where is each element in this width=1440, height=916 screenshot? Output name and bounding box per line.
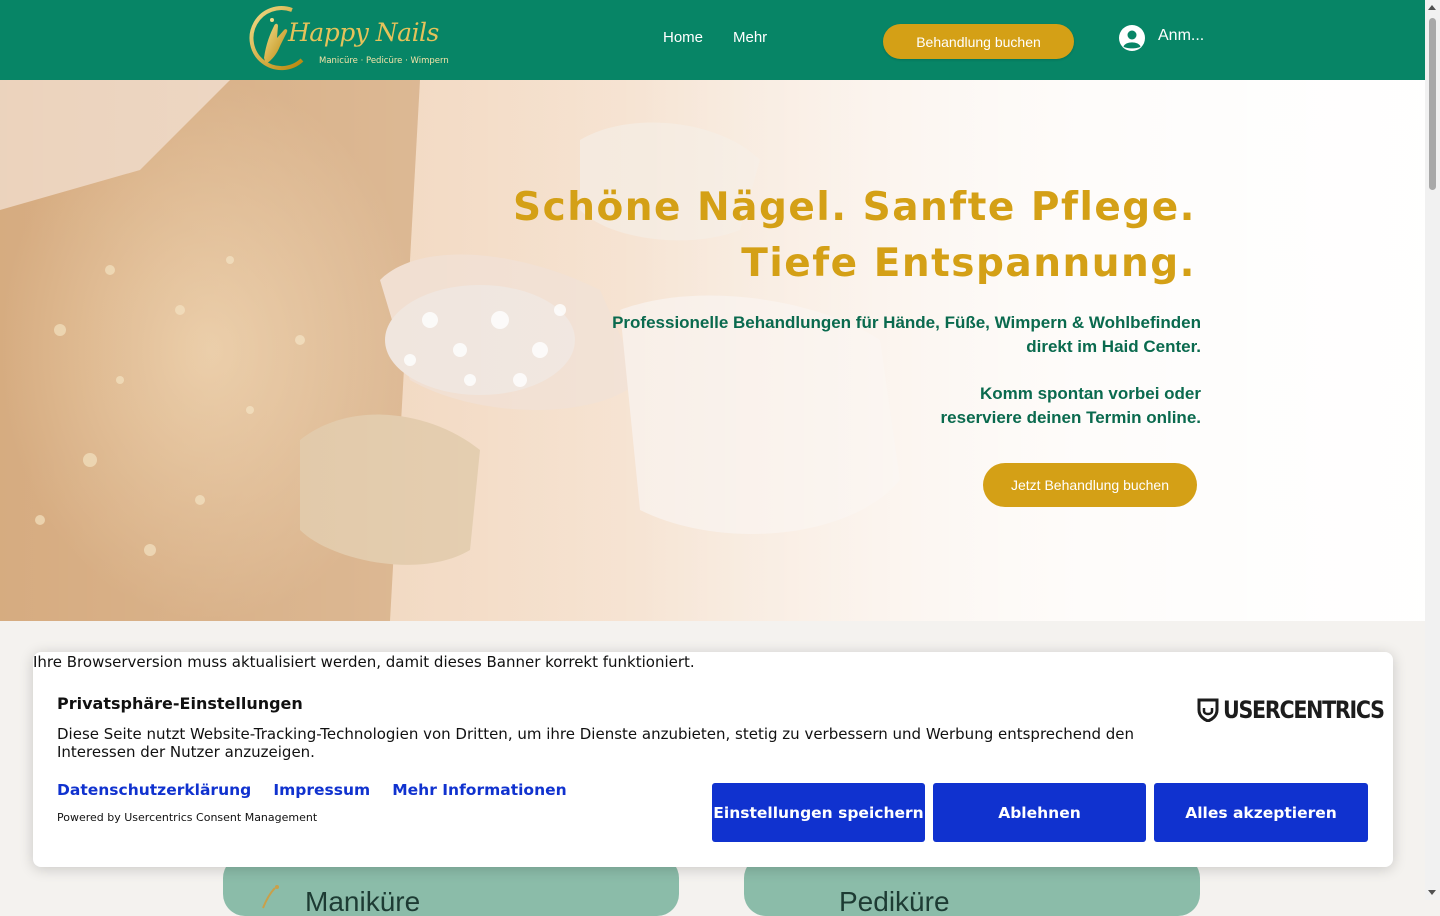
- hero-text-line-2: direkt im Haid Center.: [1026, 337, 1201, 356]
- scroll-down-arrow-icon[interactable]: [1428, 890, 1436, 895]
- accept-all-button[interactable]: Alles akzeptieren: [1154, 783, 1368, 842]
- imprint-link[interactable]: Impressum: [273, 781, 370, 799]
- manicure-icon: [262, 885, 279, 909]
- more-info-link[interactable]: Mehr Informationen: [392, 781, 566, 799]
- scroll-up-arrow-icon[interactable]: [1428, 5, 1436, 10]
- scrollbar-thumb[interactable]: [1429, 18, 1436, 190]
- site-header: Happy Nails Manicüre · Pedicüre · Wimper…: [0, 0, 1425, 80]
- usercentrics-shield-icon: [1197, 698, 1219, 722]
- deny-button[interactable]: Ablehnen: [933, 783, 1146, 842]
- save-settings-button[interactable]: Einstellungen speichern: [712, 783, 925, 842]
- powered-by-text: Powered by Usercentrics Consent Manageme…: [57, 811, 318, 824]
- service-card-title-manicure: Maniküre: [305, 886, 421, 916]
- hero-section: Schöne Nägel. Sanfte Pflege. Tiefe Entsp…: [0, 80, 1425, 621]
- consent-description: Diese Seite nutzt Website-Tracking-Techn…: [57, 725, 1135, 761]
- hero-text-line-1: Professionelle Behandlungen für Hände, F…: [612, 313, 1201, 332]
- nav-home[interactable]: Home: [663, 29, 703, 46]
- consent-banner: Privatsphäre-Einstellungen Diese Seite n…: [33, 652, 1393, 867]
- happy-nails-logo[interactable]: Happy Nails Manicüre · Pedicüre · Wimper…: [244, 4, 449, 74]
- hero-book-now-button[interactable]: Jetzt Behandlung buchen: [983, 463, 1197, 507]
- hero-description: Professionelle Behandlungen für Hände, F…: [612, 311, 1201, 430]
- logo-subtitle: Manicüre · Pedicüre · Wimpern: [319, 56, 449, 66]
- logo-text: Happy Nails: [288, 18, 439, 47]
- login-label: Anm...: [1158, 27, 1205, 44]
- browser-update-warning: Ihre Browserversion muss aktualisiert we…: [33, 653, 695, 671]
- book-treatment-button[interactable]: Behandlung buchen: [883, 24, 1074, 59]
- hero-text-line-4: reserviere deinen Termin online.: [940, 408, 1201, 427]
- usercentrics-wordmark: USERCENTRICS: [1223, 696, 1385, 724]
- privacy-policy-link[interactable]: Datenschutzerklärung: [57, 781, 251, 799]
- hero-text-line-3: Komm spontan vorbei oder: [979, 384, 1201, 403]
- consent-title: Privatsphäre-Einstellungen: [57, 694, 303, 713]
- service-card-title-pedicure: Pediküre: [839, 886, 950, 916]
- user-avatar-icon: [1119, 25, 1145, 51]
- page-scrollbar[interactable]: [1425, 0, 1440, 900]
- nav-more[interactable]: Mehr: [733, 29, 767, 46]
- hero-title-line-1: Schöne Nägel. Sanfte Pflege.: [512, 185, 1196, 230]
- consent-links: Datenschutzerklärung Impressum Mehr Info…: [57, 780, 584, 799]
- hero-title-line-2: Tiefe Entspannung.: [741, 241, 1196, 286]
- hero-title: Schöne Nägel. Sanfte Pflege. Tiefe Entsp…: [513, 180, 1196, 292]
